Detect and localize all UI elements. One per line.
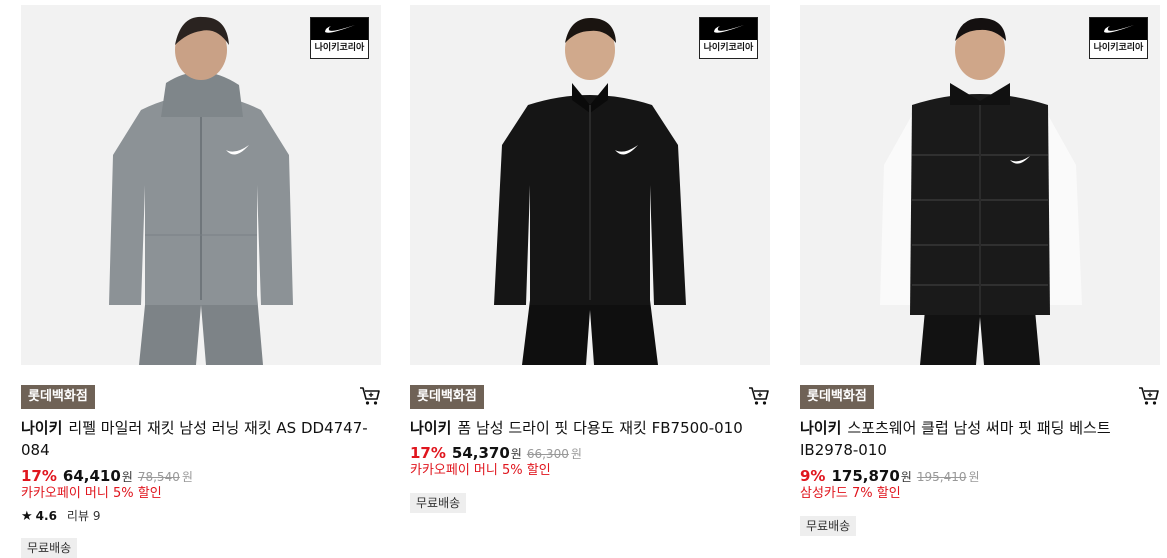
original-price: 66,300 bbox=[526, 447, 569, 461]
product-title[interactable]: 나이키 폼 남성 드라이 핏 다용도 재킷 FB7500-010 bbox=[410, 417, 760, 439]
promo-text: 카카오페이 머니 5% 할인 bbox=[21, 486, 162, 501]
product-photo-vest-black bbox=[800, 5, 1160, 365]
product-name: 리펠 마일러 재킷 남성 러닝 재킷 AS DD4747-084 bbox=[21, 419, 368, 459]
product-name: 폼 남성 드라이 핏 다용도 재킷 FB7500-010 bbox=[457, 419, 743, 437]
nike-swoosh-icon bbox=[324, 25, 355, 33]
product-card[interactable]: 나이키코리아 롯데백화점 나이키 스포츠웨어 클럽 남성 써마 핏 패딩 베스트 … bbox=[800, 0, 1160, 558]
product-image[interactable]: 나이키코리아 bbox=[21, 5, 381, 365]
product-name: 스포츠웨어 클럽 남성 써마 핏 패딩 베스트 IB2978-010 bbox=[800, 419, 1111, 459]
promo-text: 삼성카드 7% 할인 bbox=[800, 486, 901, 501]
product-image[interactable]: 나이키코리아 bbox=[800, 5, 1160, 365]
brand-badge-label: 나이키코리아 bbox=[1093, 43, 1144, 53]
product-title[interactable]: 나이키 스포츠웨어 클럽 남성 써마 핏 패딩 베스트 IB2978-010 bbox=[800, 417, 1150, 461]
brand-badge: 나이키코리아 bbox=[699, 17, 758, 59]
discount-rate: 17% bbox=[410, 444, 446, 462]
rating-score: 4.6 bbox=[35, 509, 57, 523]
discount-rate: 9% bbox=[800, 467, 826, 485]
nike-swoosh-icon bbox=[1103, 25, 1134, 33]
promo-text: 카카오페이 머니 5% 할인 bbox=[410, 463, 551, 478]
store-tag: 롯데백화점 bbox=[410, 385, 484, 409]
free-shipping-tag: 무료배송 bbox=[21, 538, 78, 558]
product-card[interactable]: 나이키코리아 롯데백화점 나이키 리펠 마일러 재킷 남성 러닝 재킷 AS DD… bbox=[21, 0, 381, 558]
price-row: 9% 175,870원 195,410 원 bbox=[800, 466, 980, 487]
product-photo-jacket-black bbox=[410, 5, 770, 365]
nike-swoosh-icon bbox=[713, 25, 744, 33]
discount-rate: 17% bbox=[21, 467, 57, 485]
original-price: 78,540 bbox=[137, 470, 180, 484]
product-title[interactable]: 나이키 리펠 마일러 재킷 남성 러닝 재킷 AS DD4747-084 bbox=[21, 417, 371, 461]
product-brand: 나이키 bbox=[21, 419, 63, 437]
original-price-unit: 원 bbox=[181, 470, 193, 484]
product-image[interactable]: 나이키코리아 bbox=[410, 5, 770, 365]
product-brand: 나이키 bbox=[410, 419, 452, 437]
store-tag: 롯데백화점 bbox=[800, 385, 874, 409]
brand-badge: 나이키코리아 bbox=[1089, 17, 1148, 59]
free-shipping-tag: 무료배송 bbox=[800, 516, 857, 536]
sale-price: 64,410 bbox=[62, 467, 121, 485]
price-unit: 원 bbox=[121, 470, 133, 484]
brand-badge-label: 나이키코리아 bbox=[314, 43, 365, 53]
price-row: 17% 54,370원 66,300 원 bbox=[410, 443, 582, 464]
review-count[interactable]: 리뷰 9 bbox=[67, 509, 101, 523]
cart-icon[interactable] bbox=[1138, 386, 1160, 406]
original-price-unit: 원 bbox=[570, 447, 582, 461]
brand-badge: 나이키코리아 bbox=[310, 17, 369, 59]
price-unit: 원 bbox=[510, 447, 522, 461]
product-brand: 나이키 bbox=[800, 419, 842, 437]
cart-icon[interactable] bbox=[359, 386, 381, 406]
original-price: 195,410 bbox=[916, 470, 967, 484]
rating-row: ★ 4.6 리뷰 9 bbox=[21, 507, 100, 526]
cart-icon[interactable] bbox=[748, 386, 770, 406]
product-card[interactable]: 나이키코리아 롯데백화점 나이키 폼 남성 드라이 핏 다용도 재킷 FB7500… bbox=[410, 0, 770, 558]
sale-price: 54,370 bbox=[451, 444, 510, 462]
brand-badge-label: 나이키코리아 bbox=[703, 43, 754, 53]
original-price-unit: 원 bbox=[968, 470, 980, 484]
product-photo-jacket-grey bbox=[21, 5, 381, 365]
price-row: 17% 64,410원 78,540 원 bbox=[21, 466, 193, 487]
store-tag: 롯데백화점 bbox=[21, 385, 95, 409]
free-shipping-tag: 무료배송 bbox=[410, 493, 467, 513]
star-icon: ★ bbox=[21, 509, 33, 524]
sale-price: 175,870 bbox=[831, 467, 900, 485]
price-unit: 원 bbox=[900, 470, 912, 484]
